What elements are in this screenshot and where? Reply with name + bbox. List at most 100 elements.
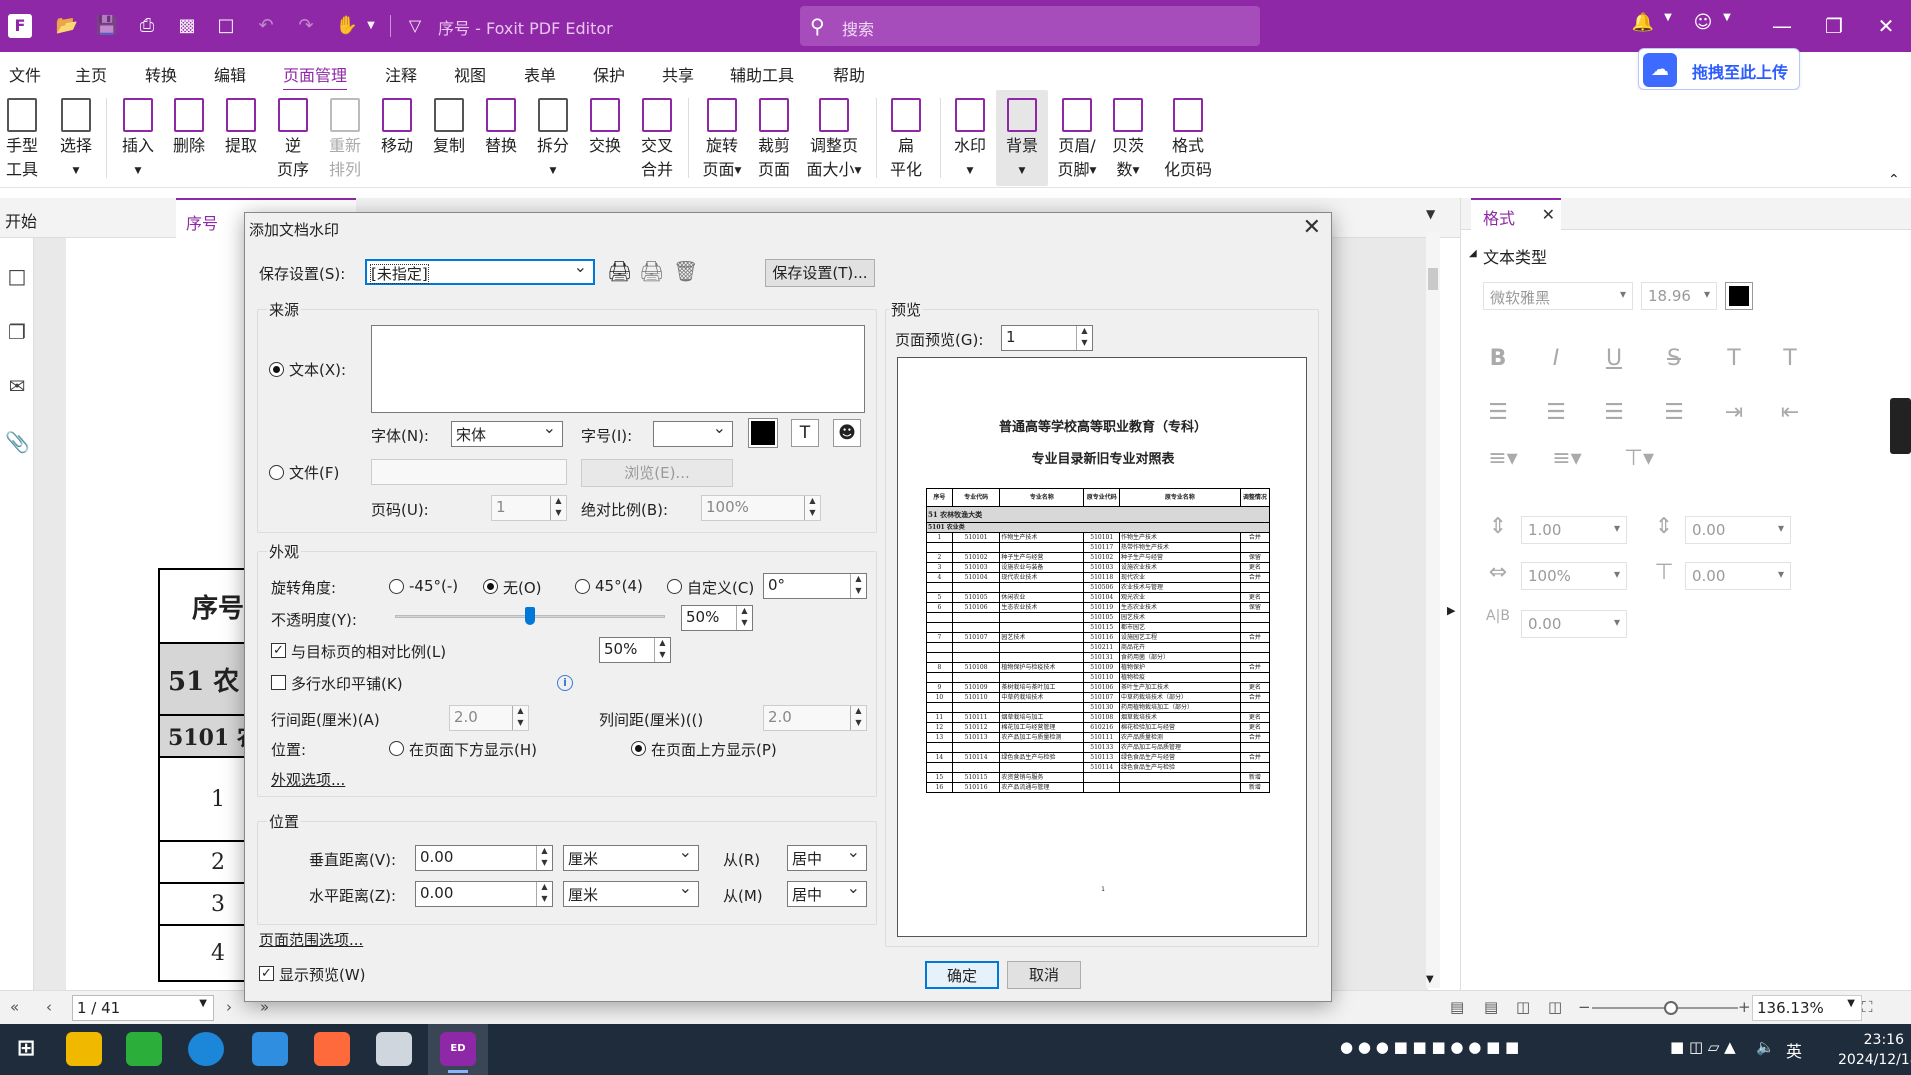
tabs-dropdown-icon[interactable]: ▼ (1426, 207, 1435, 221)
ribbon-insert[interactable]: 插入 ▼ (116, 90, 160, 186)
ribbon-watermark[interactable]: 水印 ▼ (948, 90, 992, 186)
collapse-ribbon-icon[interactable]: ⌃ (1888, 172, 1900, 188)
ribbon-select[interactable]: 选择 ▼ (54, 90, 98, 186)
search-box[interactable]: ⚲ 搜索 (800, 6, 1260, 46)
rotation-45-radio[interactable] (575, 579, 590, 594)
text-format-icon[interactable]: T (791, 419, 819, 447)
paragraph-spacing-select[interactable]: 0.00 (1685, 516, 1791, 544)
baidu-netdisk-icon[interactable] (314, 1032, 350, 1066)
numbered-list-icon[interactable]: ≡▾ (1547, 446, 1587, 471)
load-settings-icon[interactable]: 🖨 (639, 259, 664, 283)
ribbon-rearrange[interactable]: 重新 排列 (323, 90, 367, 186)
show-preview-checkbox[interactable]: ✓ (259, 966, 274, 981)
ribbon-hand-tool[interactable]: 手型 工具 (0, 90, 44, 186)
menu-protect[interactable]: 保护 (593, 62, 625, 86)
ribbon-extract[interactable]: 提取 (219, 90, 263, 186)
horizontal-scale-select[interactable]: 100% (1521, 562, 1627, 590)
save-icon[interactable]: 💾 (94, 13, 120, 39)
chevron-down-icon[interactable]: ▼ (358, 13, 384, 39)
tray-icons[interactable]: ● ● ● ■ ■ ■ ● ● ■ ■ (1340, 1038, 1519, 1056)
vertical-unit-select[interactable]: 厘米 (563, 842, 699, 871)
tab-start[interactable]: 开始 (5, 208, 37, 232)
opacity-slider-thumb[interactable] (525, 607, 535, 625)
menu-share[interactable]: 共享 (662, 62, 694, 86)
ribbon-replace[interactable]: 替换 (479, 90, 523, 186)
file-explorer-icon[interactable] (66, 1032, 102, 1066)
ribbon-bates[interactable]: 贝茨 数▼ (1106, 90, 1150, 186)
chevron-down-icon[interactable]: ▼ (1655, 12, 1681, 23)
opacity-input[interactable]: 50% ▲ ▼ (681, 605, 753, 631)
char-spacing-select[interactable]: 0.00 (1685, 562, 1791, 590)
menu-comment[interactable]: 注释 (385, 62, 417, 86)
spinner-icon[interactable]: ▲ ▼ (654, 638, 670, 662)
close-icon[interactable]: ✕ (1542, 205, 1555, 224)
comments-icon[interactable]: ✉ (5, 374, 29, 402)
italic-icon[interactable]: I (1541, 346, 1571, 371)
open-file-icon[interactable]: 📂 (54, 13, 80, 39)
font-color-button[interactable] (1725, 282, 1753, 310)
rotation-neg45-radio[interactable] (389, 579, 404, 594)
rotation-none-radio[interactable] (483, 579, 498, 594)
edge-icon[interactable] (188, 1032, 224, 1066)
ribbon-resize[interactable]: 调整页 面大小▼ (802, 90, 866, 186)
page-input[interactable]: 1 / 41 ▼ (72, 995, 214, 1021)
menu-home[interactable]: 主页 (75, 62, 107, 86)
tab-format[interactable]: 格式 ✕ (1471, 198, 1561, 230)
spinner-icon[interactable]: ▲ ▼ (550, 496, 566, 520)
bold-icon[interactable]: B (1483, 346, 1513, 371)
word-spacing-icon[interactable]: A|B (1483, 608, 1513, 624)
font-select[interactable]: 宋体 (451, 418, 563, 447)
menu-form[interactable]: 表单 (524, 62, 556, 86)
page-preview-input[interactable]: 1 ▲ ▼ (1001, 325, 1093, 351)
dialog-close-button[interactable]: ✕ (1303, 215, 1321, 240)
ok-button[interactable]: 确定 (925, 961, 999, 989)
undo-icon[interactable]: ↶ (253, 13, 279, 39)
tray-status-icons[interactable]: ■ ◫ ▱ ▲ (1670, 1038, 1736, 1056)
wechat-icon[interactable] (126, 1032, 162, 1066)
horizontal-scale-icon[interactable]: ⇔ (1483, 560, 1513, 585)
watermark-text-input[interactable] (371, 325, 865, 413)
font-size-select[interactable]: 18.96 (1641, 282, 1717, 310)
vertical-distance-input[interactable]: 0.00 ▲ ▼ (415, 845, 553, 871)
menu-edit[interactable]: 编辑 (214, 62, 246, 86)
spinner-icon[interactable]: ▲ ▼ (1076, 326, 1092, 350)
ribbon-split[interactable]: 拆分 ▼ (531, 90, 575, 186)
side-handle[interactable] (1890, 398, 1911, 454)
align-left-icon[interactable]: ☰ (1483, 400, 1513, 425)
spinner-icon[interactable]: ▲ ▼ (736, 606, 752, 630)
char-spacing-icon[interactable]: ⊤ (1649, 560, 1679, 585)
ime-indicator[interactable]: 英 (1786, 1038, 1802, 1062)
prev-page-icon[interactable]: ‹ (46, 998, 52, 1016)
bell-icon[interactable]: 🔔 (1630, 12, 1656, 33)
windows-start-icon[interactable]: ⊞ (8, 1032, 44, 1066)
appearance-options-link[interactable]: 外观选项... (271, 769, 345, 790)
collapse-icon[interactable]: ◢ (1469, 248, 1477, 259)
ribbon-reverse[interactable]: 逆页序 (271, 90, 315, 186)
row-spacing-input[interactable]: 2.0 ▲ ▼ (449, 705, 529, 731)
font-select[interactable]: 微软雅黑 (1483, 282, 1633, 310)
col-spacing-input[interactable]: 2.0 ▲ ▼ (763, 705, 867, 731)
font-color-swatch[interactable] (748, 418, 778, 448)
text-radio[interactable] (269, 362, 284, 377)
single-page-view-icon[interactable]: ▤ (1450, 998, 1464, 1016)
continuous-view-icon[interactable]: ▤ (1484, 998, 1498, 1016)
attachment-icon[interactable]: 📎 (5, 430, 30, 458)
horizontal-unit-select[interactable]: 厘米 (563, 878, 699, 907)
minimize-button[interactable]: — (1762, 8, 1802, 44)
superscript-icon[interactable]: T (1719, 346, 1749, 371)
zoom-slider-knob[interactable] (1664, 1001, 1678, 1015)
fullscreen-icon[interactable]: ⛶ (1862, 998, 1873, 1016)
line-spacing-select[interactable]: 1.00 (1521, 516, 1627, 544)
ribbon-background[interactable]: 背景 ▼ (996, 90, 1048, 186)
subscript-icon[interactable]: T (1775, 346, 1805, 371)
justify-icon[interactable]: ☰ (1659, 400, 1689, 425)
save-settings-button[interactable]: 保存设置(T)... (765, 259, 875, 287)
redo-icon[interactable]: ↷ (293, 13, 319, 39)
absolute-scale-input[interactable]: 100% ▲ ▼ (701, 495, 821, 521)
page-range-options-link[interactable]: 页面范围选项... (259, 929, 363, 950)
menu-help[interactable]: 帮助 (833, 62, 865, 86)
close-window-button[interactable]: ✕ (1866, 8, 1906, 44)
ribbon-flatten[interactable]: 扁平化 (884, 90, 928, 186)
rotation-custom-input[interactable]: 0° ▲ ▼ (763, 573, 867, 599)
taskbar-foxit-active[interactable]: ED (428, 1024, 488, 1075)
